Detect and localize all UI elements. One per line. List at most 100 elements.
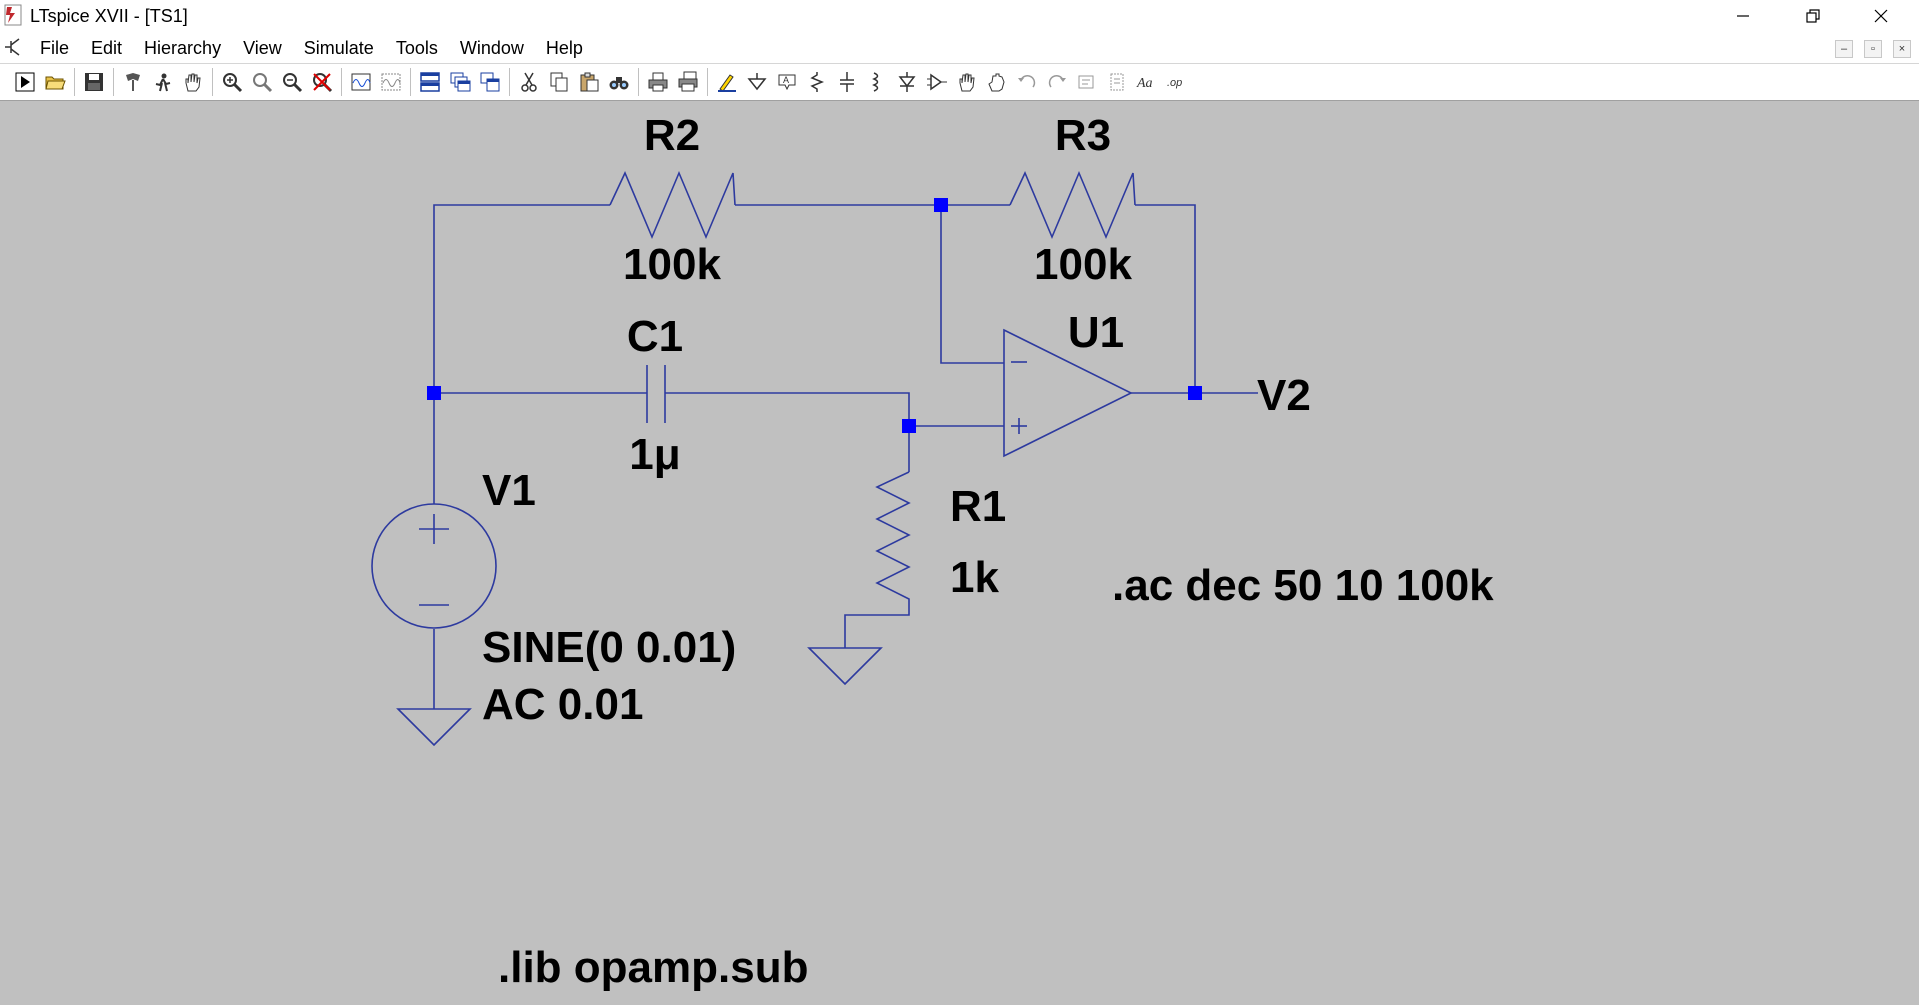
halt-button[interactable] [150, 69, 176, 95]
capacitor-icon [840, 72, 854, 92]
menu-hierarchy[interactable]: Hierarchy [144, 38, 221, 59]
resistor-r2[interactable]: R2 100k [609, 111, 736, 289]
ground-symbol[interactable] [396, 708, 472, 747]
close-button[interactable] [1853, 0, 1909, 32]
zoom-out-icon [283, 73, 303, 93]
find-icon [609, 77, 629, 90]
cascade-button[interactable] [447, 69, 473, 95]
paste-icon [580, 72, 599, 92]
resistor-button[interactable] [804, 69, 830, 95]
print-button[interactable] [645, 69, 671, 95]
redo-button[interactable] [1044, 69, 1070, 95]
menu-view[interactable]: View [243, 38, 282, 59]
draw-wire-icon [718, 74, 736, 92]
lib-directive[interactable]: .lib opamp.sub [498, 943, 808, 992]
svg-text:.op: .op [1167, 77, 1182, 89]
zoom-pan-icon [253, 73, 273, 93]
draw-wire-button[interactable] [714, 69, 740, 95]
zoom-pan-button[interactable] [249, 69, 275, 95]
opamp-u1[interactable]: U1 [1003, 308, 1133, 458]
component-icon [927, 73, 947, 91]
zoom-fit-button[interactable] [309, 69, 335, 95]
restore-button[interactable] [1785, 0, 1841, 32]
undo-icon [1018, 75, 1036, 88]
menu-simulate[interactable]: Simulate [304, 38, 374, 59]
zoom-in-icon [223, 73, 243, 93]
cut-button[interactable] [516, 69, 542, 95]
copy-icon [550, 72, 568, 92]
resistor-r3[interactable]: R3 100k [1009, 111, 1136, 289]
tile-vertical-button[interactable] [477, 69, 503, 95]
schematic-canvas[interactable]: R2 100k R3 100k C1 1μ U1 R1 1k V1 SINE(0… [0, 101, 1919, 1005]
v1-name-label: V1 [482, 466, 536, 515]
open-button[interactable] [42, 69, 68, 95]
text-button[interactable]: Aa [1134, 69, 1160, 95]
component-button[interactable] [924, 69, 950, 95]
copy-button[interactable] [546, 69, 572, 95]
v1-value-line2: AC 0.01 [482, 680, 643, 729]
r2-value-label: 100k [623, 240, 721, 289]
wire[interactable] [1135, 204, 1196, 393]
menu-window[interactable]: Window [460, 38, 524, 59]
menu-tools[interactable]: Tools [396, 38, 438, 59]
ltspice-app-icon[interactable] [2, 3, 24, 27]
mdi-close-button[interactable]: × [1893, 40, 1911, 58]
title-bar: LTspice XVII - [TS1] [0, 0, 1919, 32]
r3-value-label: 100k [1034, 240, 1132, 289]
diode-button[interactable] [894, 69, 920, 95]
schematic-drawing: R2 100k R3 100k C1 1μ U1 R1 1k V1 SINE(0… [371, 111, 1494, 992]
halt-icon [155, 73, 171, 92]
zoom-out-button[interactable] [279, 69, 305, 95]
undo-button[interactable] [1014, 69, 1040, 95]
text-icon: Aa [1136, 76, 1153, 91]
find-button[interactable] [606, 69, 632, 95]
label-net-button[interactable]: A [774, 69, 800, 95]
run-icon [15, 72, 35, 92]
zoom-fit-icon [313, 73, 333, 93]
wire[interactable] [844, 613, 910, 648]
print-setup-button[interactable] [675, 69, 701, 95]
paste-button[interactable] [576, 69, 602, 95]
mdi-restore-button[interactable]: ▫ [1864, 40, 1882, 58]
schematic-doc-icon[interactable] [3, 37, 25, 57]
capacitor-button[interactable] [834, 69, 860, 95]
waveform-button[interactable] [348, 69, 374, 95]
menu-edit[interactable]: Edit [91, 38, 122, 59]
r1-name-label: R1 [950, 482, 1006, 531]
control-panel-button[interactable] [120, 69, 146, 95]
r3-name-label: R3 [1055, 111, 1111, 160]
spice-directive-button[interactable]: .op [1164, 69, 1190, 95]
voltage-source-v1[interactable]: V1 SINE(0 0.01) AC 0.01 [371, 466, 736, 729]
cascade-icon [450, 72, 471, 92]
r1-value-label: 1k [950, 553, 999, 602]
inductor-button[interactable] [864, 69, 890, 95]
drag-button[interactable] [984, 69, 1010, 95]
menu-help[interactable]: Help [546, 38, 583, 59]
capacitor-c1[interactable]: C1 1μ [627, 312, 683, 479]
tile-horizontal-button[interactable] [417, 69, 443, 95]
menu-file[interactable]: File [40, 38, 69, 59]
net-label-v2[interactable]: V2 [1257, 371, 1311, 420]
rotate-button[interactable] [1074, 69, 1100, 95]
wire[interactable] [665, 392, 910, 426]
waveform-fit-button[interactable] [378, 69, 404, 95]
c1-name-label: C1 [627, 312, 683, 361]
minimize-button[interactable] [1715, 0, 1771, 32]
wire[interactable] [940, 205, 1004, 364]
tile-horizontal-icon [420, 72, 440, 92]
wire[interactable] [433, 204, 610, 393]
window-title: LTspice XVII - [TS1] [30, 6, 188, 26]
ac-analysis-directive[interactable]: .ac dec 50 10 100k [1112, 561, 1494, 610]
mdi-minimize-button[interactable]: – [1835, 40, 1853, 58]
run-button[interactable] [12, 69, 38, 95]
mirror-button[interactable] [1104, 69, 1130, 95]
zoom-in-button[interactable] [219, 69, 245, 95]
pan-button[interactable] [180, 69, 206, 95]
menu-bar: File Edit Hierarchy View Simulate Tools … [0, 32, 1919, 64]
resistor-r1[interactable]: R1 1k [875, 471, 1006, 613]
save-button[interactable] [81, 69, 107, 95]
ground-symbol[interactable] [807, 647, 883, 686]
move-button[interactable] [954, 69, 980, 95]
ground-button[interactable] [744, 69, 770, 95]
junction-dot [1188, 386, 1202, 400]
